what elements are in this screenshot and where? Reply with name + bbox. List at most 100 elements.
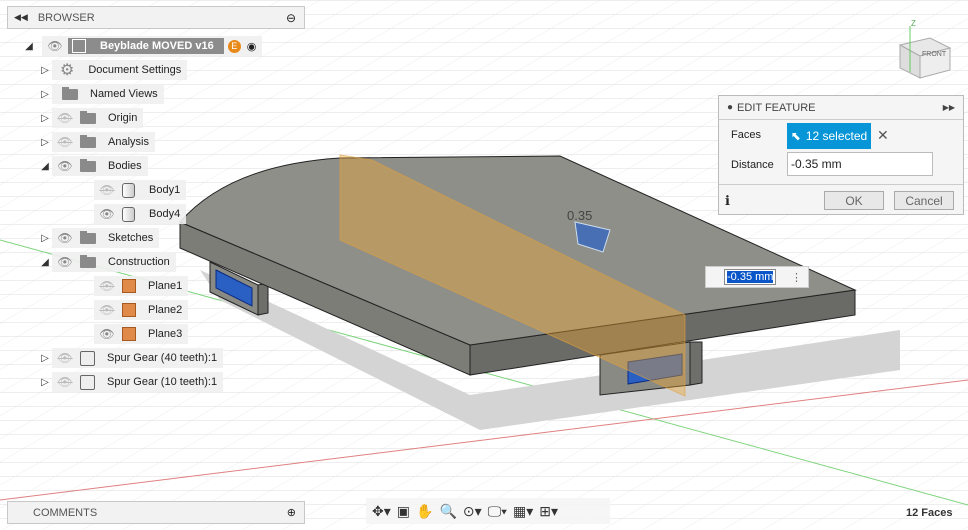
plane-icon — [122, 279, 136, 293]
display-settings-icon[interactable]: 🖵▾ — [488, 503, 507, 520]
eye-hidden-icon[interactable]: 👁 — [98, 279, 116, 293]
eye-icon[interactable]: 👁 — [46, 39, 64, 53]
more-options-icon[interactable]: ⋮ — [791, 271, 802, 284]
pan-icon[interactable]: ✋ — [416, 503, 433, 520]
body-icon — [122, 182, 135, 198]
browser-item-label: Document Settings — [88, 64, 182, 76]
folder-icon — [62, 86, 78, 100]
cancel-button[interactable]: Cancel — [894, 191, 954, 210]
orbit-icon[interactable]: ✥▾ — [372, 503, 391, 520]
expanded-icon[interactable]: ◢ — [22, 41, 36, 52]
expand-icon[interactable]: ▷ — [38, 137, 52, 148]
browser-item-label: Analysis — [108, 136, 149, 148]
grid-icon[interactable]: ▦▾ — [513, 503, 533, 520]
browser-item-label: Named Views — [90, 88, 158, 100]
folder-icon — [80, 254, 96, 268]
edit-feature-dialog: ● EDIT FEATURE ▶▶ Faces ⬉ 12 selected ✕ Dis… — [718, 95, 964, 215]
inline-distance-input[interactable]: -0.35 mm ⋮ — [705, 266, 809, 288]
plane-icon — [122, 327, 136, 341]
zoom-icon[interactable]: 🔍 — [439, 503, 456, 520]
browser-item-label: Body1 — [149, 184, 181, 196]
distance-label: Distance — [731, 159, 774, 171]
expanded-icon[interactable]: ◢ — [38, 161, 52, 172]
eye-icon[interactable]: 👁 — [56, 231, 74, 245]
browser-item[interactable]: 👁 Body1 — [80, 180, 187, 200]
svg-text:FRONT: FRONT — [922, 51, 947, 58]
minimize-icon[interactable]: ⊖ — [286, 11, 296, 25]
faces-label: Faces — [731, 129, 761, 141]
eye-icon[interactable]: 👁 — [98, 327, 116, 341]
browser-item-label: Spur Gear (40 teeth):1 — [107, 352, 218, 364]
faces-selection-button[interactable]: ⬉ 12 selected — [787, 123, 871, 149]
add-comment-icon[interactable]: ⊕ — [287, 506, 296, 519]
folder-icon — [80, 230, 96, 244]
expand-icon[interactable]: ▷ — [38, 353, 52, 364]
folder-icon — [80, 110, 96, 124]
clear-selection-icon[interactable]: ✕ — [877, 127, 889, 144]
expand-icon[interactable]: ▷ — [38, 113, 52, 124]
eye-hidden-icon[interactable]: 👁 — [56, 135, 74, 149]
dimension-label: 0.35 — [567, 208, 592, 223]
info-icon[interactable]: ℹ — [725, 193, 730, 209]
browser-item-label: Origin — [108, 112, 138, 124]
eye-icon[interactable]: 👁 — [56, 159, 74, 173]
browser-item[interactable]: ▷ Named Views — [38, 84, 164, 104]
browser-item-label: Construction — [108, 256, 170, 268]
root-label: Beyblade MOVED v16 — [100, 40, 214, 52]
browser-header: ◀◀ BROWSER ⊖ — [7, 6, 305, 29]
comments-panel[interactable]: COMMENTS ⊕ — [7, 501, 305, 524]
look-at-icon[interactable]: ▣ — [397, 503, 410, 520]
eye-hidden-icon[interactable]: 👁 — [56, 351, 74, 365]
eye-hidden-icon[interactable]: 👁 — [56, 375, 74, 389]
browser-item[interactable]: ▷ 👁 Sketches — [38, 228, 160, 248]
gear-icon: ⚙ — [60, 62, 75, 79]
browser-item[interactable]: 👁 Plane1 — [80, 276, 189, 296]
browser-item-label: Body4 — [149, 208, 181, 220]
distance-input[interactable]: -0.35 mm — [787, 152, 933, 176]
comments-title: COMMENTS — [33, 506, 98, 519]
expand-icon[interactable]: ▶▶ — [943, 103, 955, 112]
eye-icon[interactable]: 👁 — [98, 207, 116, 221]
browser-item-label: Plane2 — [148, 304, 183, 316]
expand-icon[interactable]: ▷ — [38, 233, 52, 244]
svg-text:Z: Z — [911, 19, 916, 28]
expanded-icon[interactable]: ◢ — [38, 257, 52, 268]
browser-root[interactable]: ◢ 👁 Beyblade MOVED v16 E ◉ — [22, 36, 263, 56]
viewports-icon[interactable]: ⊞▾ — [539, 503, 558, 520]
minimize-icon[interactable]: ● — [727, 102, 733, 113]
browser-item[interactable]: ▷ 👁 Spur Gear (10 teeth):1 — [38, 372, 224, 392]
component-icon — [72, 39, 86, 53]
browser-item-label: Plane1 — [148, 280, 183, 292]
activate-icon[interactable]: ◉ — [247, 40, 257, 53]
collapse-icon[interactable]: ◀◀ — [14, 12, 28, 23]
expand-icon[interactable]: ▷ — [38, 89, 52, 100]
edit-badge: E — [227, 39, 241, 53]
ok-button[interactable]: OK — [824, 191, 884, 210]
selection-status: 12 Faces — [906, 507, 953, 519]
navigation-toolbar: ✥▾ ▣ ✋ 🔍 ⊙▾ 🖵▾ ▦▾ ⊞▾ — [366, 498, 610, 524]
browser-item[interactable]: ▷ 👁 Origin — [38, 108, 144, 128]
eye-hidden-icon[interactable]: 👁 — [56, 111, 74, 125]
component-icon — [80, 374, 95, 390]
browser-item[interactable]: ◢ 👁 Bodies — [38, 156, 148, 176]
eye-hidden-icon[interactable]: 👁 — [98, 183, 116, 197]
browser-item-label: Bodies — [108, 160, 142, 172]
fit-icon[interactable]: ⊙▾ — [463, 503, 482, 520]
folder-icon — [80, 158, 96, 172]
expand-icon[interactable]: ▷ — [38, 377, 52, 388]
component-icon — [80, 350, 95, 366]
browser-item[interactable]: ◢ 👁 Construction — [38, 252, 176, 272]
browser-item[interactable]: 👁 Body4 — [80, 204, 187, 224]
browser-item-label: Sketches — [108, 232, 154, 244]
browser-title: BROWSER — [37, 11, 95, 24]
eye-hidden-icon[interactable]: 👁 — [98, 303, 116, 317]
plane-icon — [122, 303, 136, 317]
browser-item[interactable]: 👁 Plane3 — [80, 324, 189, 344]
eye-icon[interactable]: 👁 — [56, 255, 74, 269]
browser-item[interactable]: ▷ ⚙ Document Settings — [38, 60, 188, 80]
browser-item[interactable]: ▷ 👁 Spur Gear (40 teeth):1 — [38, 348, 224, 368]
browser-item[interactable]: ▷ 👁 Analysis — [38, 132, 155, 152]
browser-item[interactable]: 👁 Plane2 — [80, 300, 189, 320]
expand-icon[interactable]: ▷ — [38, 65, 52, 76]
folder-icon — [80, 134, 96, 148]
